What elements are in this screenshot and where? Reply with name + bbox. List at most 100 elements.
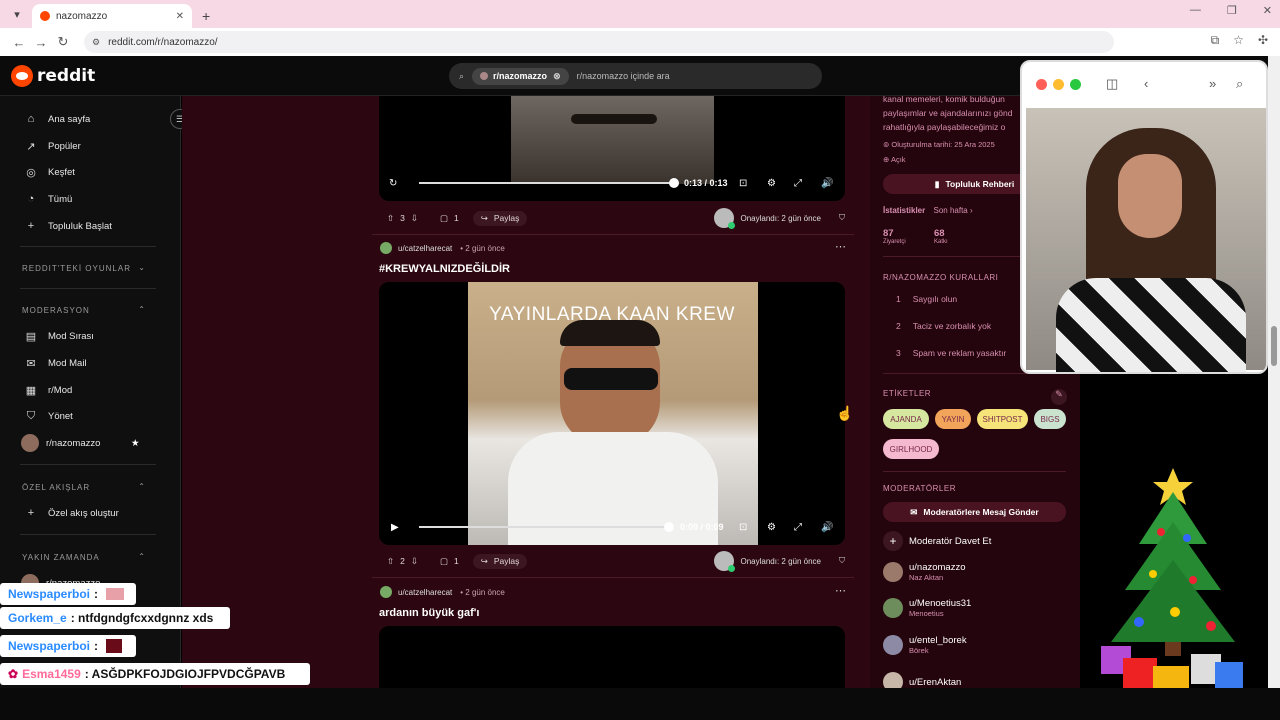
sidebar-item-all[interactable]: ◔ Tümü (24, 191, 73, 207)
post-video-1[interactable]: ↻ 0:13 / 0:13 ⊡ ⚙ ⤢ 🔊 (379, 96, 845, 201)
post-title[interactable]: #KREWYALNIZDEĞİLDİR (379, 263, 510, 275)
video-progress-track[interactable] (419, 522, 674, 532)
more-options-icon[interactable]: ⋯ (835, 240, 846, 253)
tag-ajanda[interactable]: AJANDA (883, 409, 929, 429)
volume-icon[interactable]: 🔊 (821, 178, 833, 189)
search-bar[interactable]: ⌕ r/nazomazzo ⊗ r/nazomazzo içinde ara (449, 63, 822, 89)
subreddit-search-chip[interactable]: r/nazomazzo ⊗ (472, 67, 569, 85)
install-app-icon[interactable]: ⧉ (1211, 33, 1220, 48)
close-dot-icon[interactable] (1036, 78, 1047, 90)
tag-girlhood[interactable]: GIRLHOOD (883, 439, 939, 459)
rule-2[interactable]: 2 Taciz ve zorbalık yok (896, 319, 991, 333)
moderator-row[interactable]: u/Menoetius31 Menoetius (883, 598, 971, 618)
bookmark-star-icon[interactable]: ☆ (1233, 33, 1244, 48)
site-info-icon[interactable]: ⚙ (92, 37, 100, 48)
video-progress-track[interactable] (419, 178, 679, 188)
games-section-header[interactable]: REDDIT'TEKİ OYUNLAR ⌄ (22, 263, 146, 273)
rule-3[interactable]: 3 Spam ve reklam yasaktır (896, 346, 1006, 360)
tag-yayin[interactable]: YAYIN (935, 409, 971, 429)
minimize-dot-icon[interactable] (1053, 78, 1064, 90)
minimize-icon[interactable]: — (1190, 4, 1201, 17)
mod-avatar (714, 208, 736, 229)
sidebar-item-explore[interactable]: ◎ Keşfet (24, 164, 75, 180)
maximize-dot-icon[interactable] (1070, 78, 1081, 90)
sidebar-item-popular[interactable]: ↗ Popüler (24, 138, 80, 154)
forward-icon[interactable]: → (30, 35, 52, 50)
share-button[interactable]: ↪ Paylaş (472, 210, 528, 226)
sidebar-item-manage[interactable]: ⛉ Yönet (24, 408, 73, 424)
play-icon[interactable]: ▶ (391, 522, 399, 533)
mod-shield-icon[interactable]: ⛉ (839, 213, 845, 223)
sidebar-item-home[interactable]: ⌂ Ana sayfa (24, 111, 91, 127)
comments-button[interactable]: ▢ 1 (432, 211, 467, 226)
christmas-tree-decoration (1101, 468, 1243, 694)
volume-icon[interactable]: 🔊 (821, 522, 833, 533)
tag-shitpost[interactable]: SHITPOST (977, 409, 1028, 429)
approval-text: Onaylandı: 2 gün önce (740, 556, 821, 566)
captions-icon[interactable]: ⊡ (739, 522, 747, 533)
invite-mod-row[interactable]: + Moderatör Davet Et (883, 531, 991, 551)
stats-period[interactable]: Son hafta (933, 206, 967, 215)
sidebar-item-mod-queue[interactable]: ▤ Mod Sırası (24, 328, 94, 344)
sidebar-item-nazomazzo[interactable]: r/nazomazzo ★ (21, 434, 144, 452)
reddit-logo[interactable]: reddit (11, 65, 95, 87)
message-mods-button[interactable]: ✉ Moderatörlere Mesaj Gönder (883, 502, 1066, 522)
sidebar-item-mod-mail[interactable]: ✉ Mod Mail (24, 355, 86, 371)
edit-pencil-icon[interactable]: ✎ (1051, 389, 1067, 405)
tab-list-icon[interactable]: ▾ (6, 3, 28, 25)
search-icon[interactable]: ⌕ (1236, 76, 1243, 92)
back-icon[interactable]: ← (8, 35, 30, 50)
restore-icon[interactable]: ❐ (1227, 4, 1237, 17)
close-tab-icon[interactable]: ✕ (176, 11, 184, 22)
sidebar-toggle-icon[interactable]: ◫ (1106, 76, 1118, 92)
visibility: ⊕ Açık (883, 153, 906, 167)
custom-feeds-section-header[interactable]: ÖZEL AKIŞLAR ⌃ (22, 482, 146, 492)
reload-icon[interactable]: ↻ (52, 34, 74, 50)
captions-icon[interactable]: ⊡ (739, 178, 747, 189)
extensions-icon[interactable]: ✣ (1258, 33, 1268, 48)
browser-tab[interactable]: nazomazzo ✕ (32, 4, 192, 28)
rule-number: 1 (896, 294, 901, 304)
scrollbar-thumb[interactable] (1271, 326, 1277, 366)
new-tab-button[interactable]: + (202, 8, 210, 24)
upvote-icon[interactable]: ⇧ (387, 213, 394, 224)
stat-contributions: 68 Katkı (934, 228, 948, 245)
close-window-icon[interactable]: ✕ (1263, 4, 1272, 17)
mouse-cursor-icon: ☝ (836, 405, 854, 421)
fullscreen-icon[interactable]: ⤢ (794, 178, 802, 189)
back-chevron-icon[interactable]: ‹ (1144, 76, 1148, 91)
sidebar-item-create-feed[interactable]: + Özel akış oluştur (24, 505, 119, 521)
sidebar-item-create-community[interactable]: + Topluluk Başlat (24, 218, 112, 234)
moderator-row[interactable]: u/nazomazzo Naz Aktan (883, 562, 966, 582)
page-scrollbar[interactable] (1268, 56, 1280, 688)
downvote-icon[interactable]: ⇩ (411, 213, 418, 224)
recent-section-header[interactable]: YAKIN ZAMANDA ⌃ (22, 552, 146, 562)
url-field[interactable]: ⚙ reddit.com/r/nazomazzo/ (84, 31, 1114, 53)
clear-chip-icon[interactable]: ⊗ (553, 71, 561, 82)
author-name[interactable]: u/catzelharecat (398, 244, 452, 253)
share-button[interactable]: ↪ Paylaş (472, 553, 528, 569)
moderator-row[interactable]: u/entel_borek Börek (883, 635, 967, 655)
rule-1[interactable]: 1 Saygılı olun (896, 292, 957, 306)
fullscreen-icon[interactable]: ⤢ (794, 522, 802, 533)
settings-gear-icon[interactable]: ⚙ (767, 178, 776, 189)
double-chevron-icon[interactable]: » (1209, 76, 1216, 91)
sidebar-item-r-mod[interactable]: ▦ r/Mod (24, 382, 73, 398)
replay-icon[interactable]: ↻ (389, 178, 397, 189)
video-progress-knob[interactable] (663, 522, 674, 532)
stat-label: Katkı (934, 239, 948, 245)
downvote-icon[interactable]: ⇩ (411, 556, 418, 567)
mod-shield-icon[interactable]: ⛉ (839, 556, 845, 566)
author-name[interactable]: u/catzelharecat (398, 588, 452, 597)
favorite-star-icon[interactable]: ★ (131, 438, 140, 449)
url-text: reddit.com/r/nazomazzo/ (108, 36, 218, 48)
post-title[interactable]: ardanın büyük gaf'ı (379, 607, 479, 619)
video-progress-knob[interactable] (669, 178, 679, 188)
moderation-section-header[interactable]: MODERASYON ⌃ (22, 305, 146, 315)
post-video-2[interactable]: YAYINLARDA KAAN KREW ▶ 0:09 / 0:09 ⊡ ⚙ ⤢… (379, 282, 845, 545)
tag-bigs[interactable]: BIGS (1034, 409, 1066, 429)
upvote-icon[interactable]: ⇧ (387, 556, 394, 567)
more-options-icon[interactable]: ⋯ (835, 584, 846, 597)
settings-gear-icon[interactable]: ⚙ (767, 522, 776, 533)
comments-button[interactable]: ▢ 1 (432, 554, 467, 569)
